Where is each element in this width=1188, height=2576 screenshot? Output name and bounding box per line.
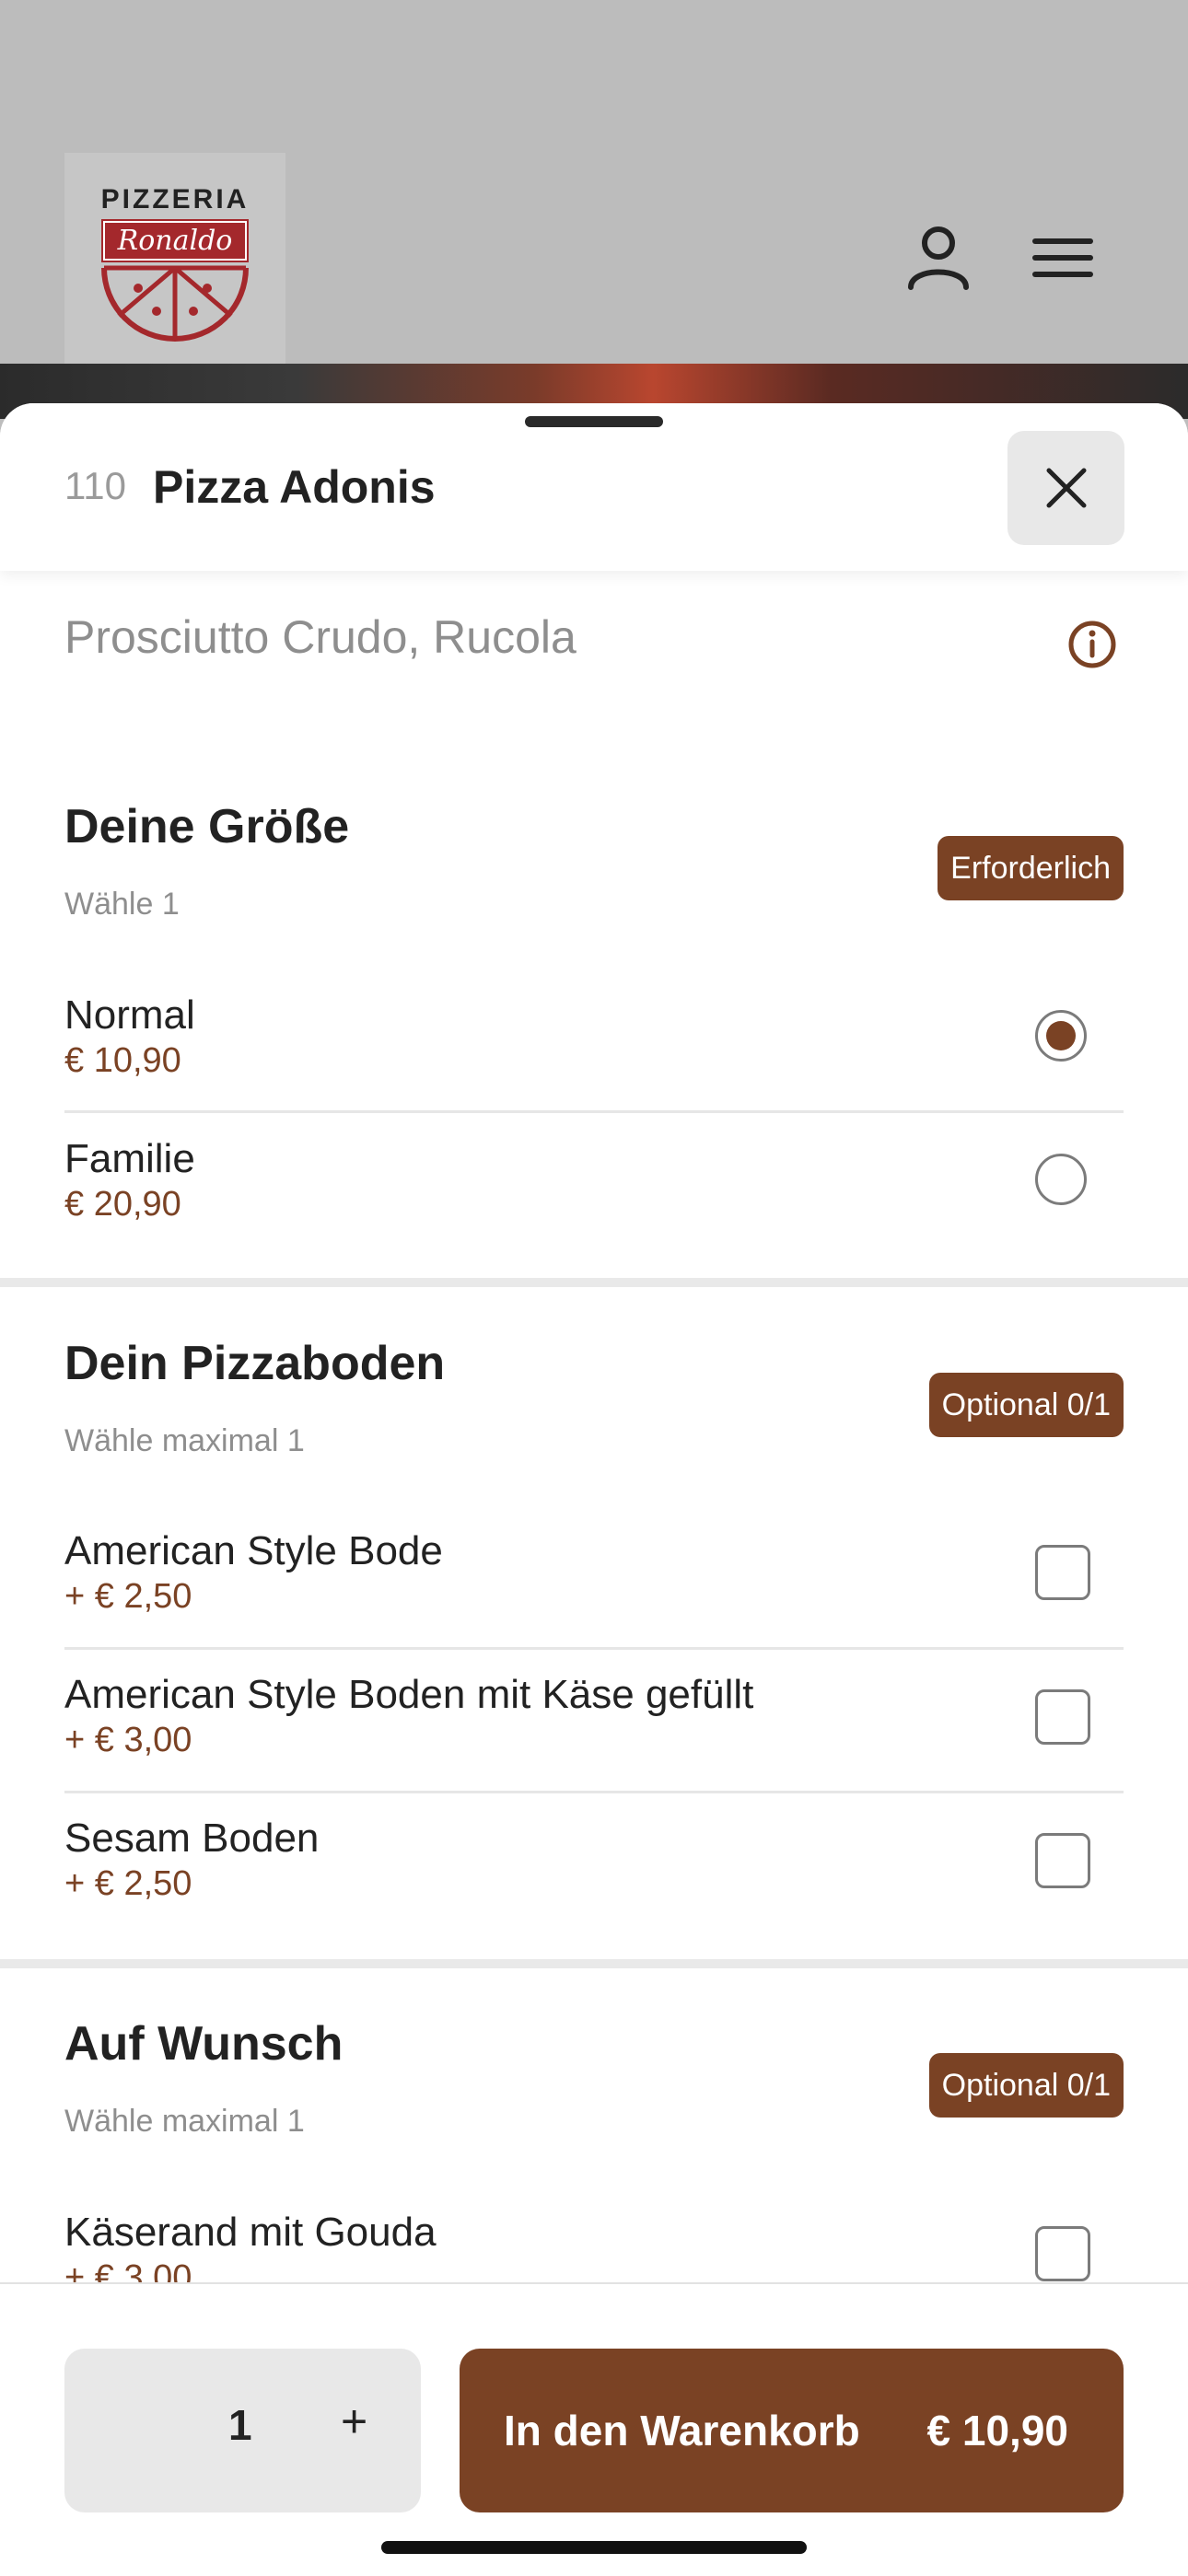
size-radio-familie[interactable] (1035, 1154, 1087, 1205)
quantity-stepper[interactable]: 1 + (64, 2349, 421, 2512)
sheet-grabber[interactable] (525, 416, 663, 427)
logo-wordmark: PIZZERIA (100, 184, 250, 215)
item-description: Prosciutto Crudo, Rucola (64, 611, 577, 663)
option-name: Käserand mit Gouda (64, 2210, 437, 2255)
size-radio-normal[interactable] (1035, 1010, 1087, 1062)
add-to-cart-button[interactable]: In den Warenkorb € 10,90 (460, 2349, 1124, 2512)
option-price: + € 3,00 (64, 1721, 192, 1759)
option-name: Normal (64, 992, 195, 1038)
sheet-header: 110 Pizza Adonis (0, 403, 1188, 571)
option-name: American Style Bode (64, 1528, 443, 1573)
row-divider (64, 1647, 1124, 1650)
crust-checkbox-cheese[interactable] (1035, 1689, 1090, 1745)
pizzeria-logo[interactable]: PIZZERIA Ronaldo (64, 153, 285, 372)
sheet-footer: 1 + In den Warenkorb € 10,90 (0, 2282, 1188, 2576)
extra-checkbox-kaeserand[interactable] (1035, 2226, 1090, 2281)
option-price: € 10,90 (64, 1041, 181, 1080)
option-name: American Style Boden mit Käse gefüllt (64, 1672, 754, 1717)
option-name: Familie (64, 1136, 195, 1181)
quantity-plus-button[interactable]: + (341, 2395, 367, 2448)
row-divider (64, 1110, 1124, 1113)
item-title: Pizza Adonis (153, 461, 436, 513)
section-subtitle-crust: Wähle maximal 1 (64, 1423, 305, 1458)
section-subtitle-size: Wähle 1 (64, 887, 180, 922)
section-title-size: Deine Größe (64, 800, 350, 853)
section-title-extras: Auf Wunsch (64, 2017, 344, 2071)
logo-script: Ronaldo (100, 219, 250, 262)
crust-checkbox-american[interactable] (1035, 1545, 1090, 1600)
section-title-crust: Dein Pizzaboden (64, 1337, 446, 1390)
required-badge: Erforderlich (938, 836, 1124, 900)
home-indicator[interactable] (381, 2541, 807, 2554)
menu-icon[interactable] (1026, 221, 1100, 295)
option-price: + € 2,50 (64, 1864, 192, 1903)
optional-badge: Optional 0/1 (928, 1373, 1124, 1437)
user-icon[interactable] (902, 221, 975, 295)
close-icon (1046, 468, 1086, 508)
section-divider (0, 1278, 1188, 1287)
option-price: + € 2,50 (64, 1577, 192, 1616)
option-name: Sesam Boden (64, 1816, 320, 1861)
optional-badge: Optional 0/1 (928, 2053, 1124, 2118)
info-icon[interactable] (1066, 619, 1118, 670)
quantity-value: 1 (228, 2401, 252, 2449)
product-sheet: 110 Pizza Adonis Prosciutto Crudo, Rucol… (0, 403, 1188, 2574)
option-price: € 20,90 (64, 1185, 181, 1224)
row-divider (64, 1791, 1124, 1793)
section-subtitle-extras: Wähle maximal 1 (64, 2104, 305, 2139)
pizza-logo-icon (101, 265, 249, 342)
close-button[interactable] (1007, 431, 1124, 545)
item-number: 110 (64, 464, 126, 507)
section-divider (0, 1959, 1188, 1968)
crust-checkbox-sesam[interactable] (1035, 1833, 1090, 1888)
add-to-cart-label: In den Warenkorb (504, 2407, 860, 2454)
add-to-cart-price: € 10,90 (926, 2407, 1068, 2454)
